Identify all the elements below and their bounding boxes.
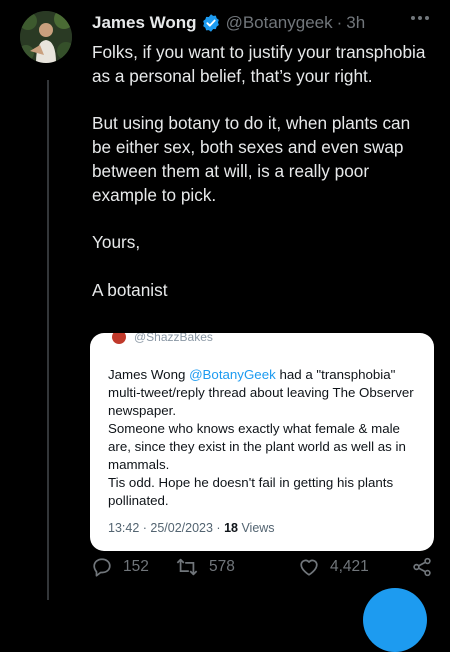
- quote-handle: @ShazzBakes: [134, 333, 213, 344]
- quote-header: @ShazzBakes: [112, 333, 213, 344]
- share-icon: [413, 557, 431, 577]
- tweet-paragraph: A botanist: [92, 279, 168, 300]
- tweet-time[interactable]: 3h: [346, 13, 365, 33]
- verified-badge-icon: [201, 13, 221, 33]
- tweet-paragraph: But using botany to do it, when plants c…: [92, 113, 411, 205]
- quote-time: 13:42 · 25/02/2023 ·: [108, 521, 225, 535]
- compose-icon[interactable]: [363, 588, 427, 652]
- thread-line: [47, 80, 49, 600]
- separator-dot: ·: [336, 13, 343, 32]
- quote-line: Someone who knows exactly what female & …: [108, 421, 406, 472]
- quote-views-count: 18: [224, 521, 238, 535]
- tweet-header: James Wong @Botanygeek · 3h: [92, 10, 438, 36]
- like-icon: [300, 559, 318, 576]
- quote-meta: 13:42 · 25/02/2023 · 18 Views: [108, 521, 275, 535]
- quoted-screenshot-card[interactable]: @ShazzBakes James Wong @BotanyGeek had a…: [90, 333, 434, 551]
- reply-button[interactable]: 152: [90, 556, 149, 578]
- tweet-paragraph: Folks, if you want to justify your trans…: [92, 42, 426, 86]
- quote-text: James Wong: [108, 367, 190, 382]
- author-handle[interactable]: @Botanygeek: [226, 13, 333, 33]
- share-button[interactable]: [410, 556, 443, 578]
- more-options-icon[interactable]: [408, 8, 432, 28]
- tweet-text: Folks, if you want to justify your trans…: [92, 41, 432, 327]
- retweet-button[interactable]: 578: [174, 556, 235, 578]
- avatar-photo: [20, 11, 72, 63]
- quote-views-label: Views: [237, 521, 275, 535]
- retweet-icon: [176, 558, 198, 576]
- like-count: 4,421: [330, 558, 369, 575]
- quote-mention: @BotanyGeek: [189, 367, 276, 382]
- tweet-paragraph: Yours,: [92, 232, 141, 253]
- author-name[interactable]: James Wong: [92, 13, 197, 33]
- quote-avatar: [112, 333, 126, 344]
- action-bar: 152 578 4,421: [90, 556, 435, 586]
- like-button[interactable]: 4,421: [297, 556, 369, 578]
- avatar[interactable]: [20, 11, 72, 63]
- reply-icon: [93, 558, 111, 577]
- quote-body: James Wong @BotanyGeek had a "transphobi…: [108, 366, 420, 510]
- quote-line: Tis odd. Hope he doesn't fail in getting…: [108, 475, 394, 508]
- retweet-count: 578: [209, 558, 235, 575]
- quote-line: James Wong @BotanyGeek had a "transphobi…: [108, 366, 420, 420]
- reply-count: 152: [123, 558, 149, 575]
